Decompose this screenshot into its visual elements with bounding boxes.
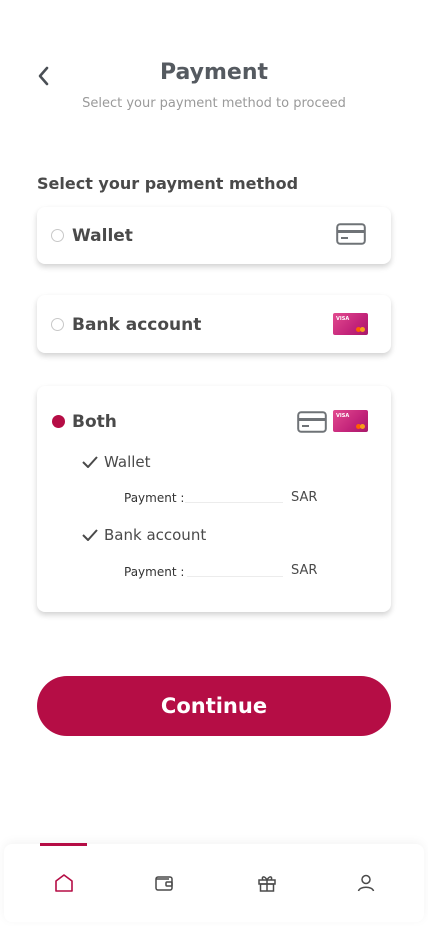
wallet-card-icon (297, 411, 327, 433)
sub-option-bank-label: Bank account (104, 526, 207, 544)
bank-radio[interactable] (51, 318, 64, 331)
wallet-check-icon[interactable] (82, 456, 98, 468)
payment-option-both[interactable]: Both VISA Wallet Payment : SAR Bank acco… (37, 386, 391, 612)
wallet-card-icon (336, 223, 366, 245)
page-subtitle: Select your payment method to proceed (82, 96, 346, 111)
visa-card-icon: VISA (333, 313, 368, 335)
wallet-payment-input[interactable] (185, 502, 283, 503)
gift-icon[interactable] (256, 872, 278, 894)
continue-button[interactable]: Continue (37, 676, 391, 736)
wallet-radio[interactable] (51, 229, 64, 242)
nav-active-indicator (40, 843, 87, 846)
wallet-payment-label: Payment : (124, 491, 185, 505)
bank-check-icon[interactable] (82, 529, 98, 541)
page-title: Payment (159, 60, 269, 85)
payment-option-bank[interactable]: Bank account VISA (37, 295, 391, 353)
both-option-label: Both (72, 412, 117, 432)
both-radio[interactable] (52, 415, 65, 428)
wallet-option-label: Wallet (72, 226, 133, 246)
wallet-icon[interactable] (153, 872, 175, 894)
profile-icon[interactable] (355, 872, 377, 894)
home-icon[interactable] (53, 872, 75, 894)
bank-payment-label: Payment : (124, 565, 185, 579)
sub-option-wallet-label: Wallet (104, 453, 151, 471)
bank-currency: SAR (291, 563, 318, 578)
payment-option-wallet[interactable]: Wallet (37, 207, 391, 264)
visa-card-icon: VISA (333, 410, 368, 432)
bank-option-label: Bank account (72, 315, 202, 335)
wallet-currency: SAR (291, 490, 318, 505)
bank-payment-input[interactable] (187, 576, 283, 577)
section-label: Select your payment method (37, 174, 299, 193)
